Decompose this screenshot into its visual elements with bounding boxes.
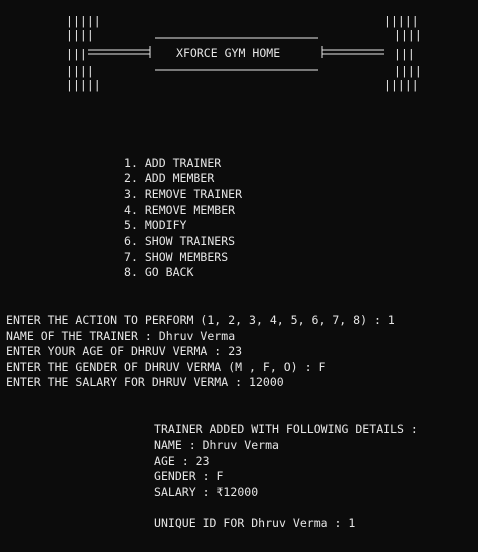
result-unique-id: UNIQUE ID FOR Dhruv Verma : 1 [154,516,356,530]
prompt-trainer-name: NAME OF THE TRAINER : Dhruv Verma [6,329,236,343]
result-salary: SALARY : ₹12000 [154,485,259,499]
svg-text:|||: ||| [66,47,87,61]
menu-item-show-members: 7. SHOW MEMBERS [124,250,229,264]
svg-text:|||: ||| [394,47,415,61]
prompt-trainer-salary: ENTER THE SALARY FOR DHRUV VERMA : 12000 [6,375,284,389]
result-age: AGE : 23 [154,454,210,468]
result-header: TRAINER ADDED WITH FOLLOWING DETAILS : [154,422,418,436]
terminal-window[interactable]: ||||| |||| |||| ||||| ||||| |||| |||| ||… [0,0,478,552]
menu-item-add-member: 2. ADD MEMBER [124,171,215,185]
prompt-trainer-gender: ENTER THE GENDER OF DHRUV VERMA (M , F, … [6,360,326,374]
result-name: NAME : Dhruv Verma [154,438,279,452]
prompt-trainer-age: ENTER YOUR AGE OF DHRUV VERMA : 23 [6,344,243,358]
menu-item-add-trainer: 1. ADD TRAINER [124,156,222,170]
menu-item-go-back: 8. GO BACK [124,265,194,279]
menu-item-remove-member: 4. REMOVE MEMBER [124,203,236,217]
result-gender: GENDER : F [154,469,224,483]
menu-item-show-trainers: 6. SHOW TRAINERS [124,234,236,248]
menu-item-modify: 5. MODIFY [124,218,187,232]
prompt-action: ENTER THE ACTION TO PERFORM (1, 2, 3, 4,… [6,313,395,327]
banner-title: XFORCE GYM HOME [176,46,281,60]
menu-item-remove-trainer: 3. REMOVE TRAINER [124,187,243,201]
